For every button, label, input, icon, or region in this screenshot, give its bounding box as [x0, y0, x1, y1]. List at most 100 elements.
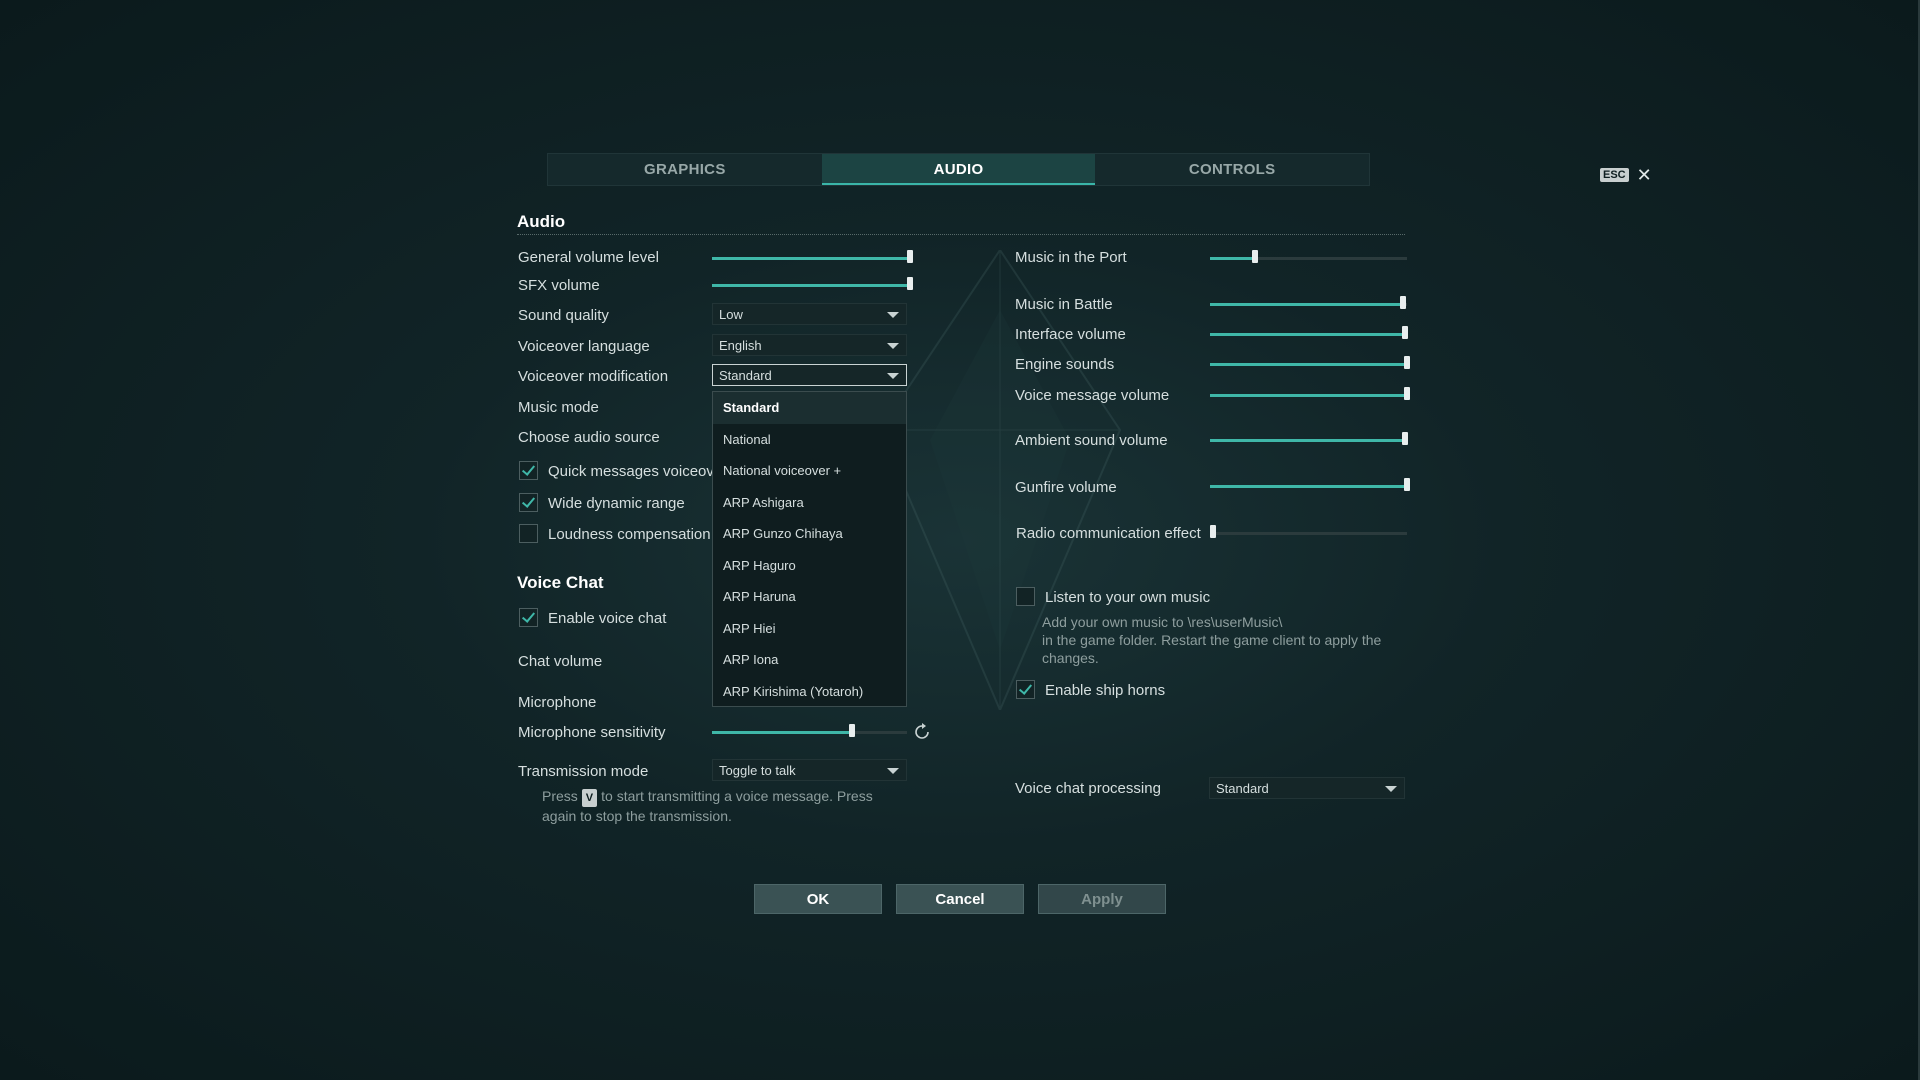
- dropdown-option[interactable]: ARP Hiei: [713, 613, 906, 645]
- hint-text: in the game folder. Restart the game cli…: [1042, 632, 1382, 648]
- ambient-volume-slider[interactable]: [1210, 432, 1409, 445]
- general-volume-slider[interactable]: [712, 250, 913, 263]
- slider-fill: [1210, 439, 1406, 442]
- hint-text: to start transmitting a voice message. P…: [601, 788, 873, 804]
- general-volume-label: General volume level: [518, 249, 659, 266]
- radio-effect-slider[interactable]: [1210, 525, 1407, 538]
- wide-dynamic-checkbox[interactable]: [519, 493, 538, 512]
- slider-fill: [712, 257, 910, 260]
- sfx-volume-label: SFX volume: [518, 277, 600, 294]
- mic-sensitivity-slider[interactable]: [712, 724, 907, 737]
- hint-text: changes.: [1042, 650, 1099, 666]
- slider-handle[interactable]: [1210, 525, 1216, 538]
- tab-controls[interactable]: CONTROLS: [1095, 154, 1369, 185]
- dropdown-option[interactable]: Standard: [713, 392, 906, 424]
- voiceover-language-label: Voiceover language: [518, 338, 650, 355]
- quick-messages-checkbox[interactable]: [519, 461, 538, 480]
- slider-fill: [1210, 257, 1256, 260]
- transmission-mode-select[interactable]: Toggle to talk: [712, 759, 907, 781]
- voice-message-label: Voice message volume: [1015, 387, 1170, 404]
- sfx-volume-slider[interactable]: [712, 277, 913, 290]
- vc-processing-select[interactable]: Standard: [1209, 777, 1405, 799]
- close-icon: ✕: [1636, 165, 1652, 185]
- hint-text: again to stop the transmission.: [542, 808, 732, 824]
- own-music-label: Listen to your own music: [1045, 589, 1211, 606]
- dropdown-option[interactable]: ARP Ashigara: [713, 487, 906, 519]
- interface-volume-slider[interactable]: [1210, 326, 1409, 339]
- sound-quality-select[interactable]: Low: [712, 303, 907, 325]
- slider-fill: [1210, 363, 1407, 366]
- gunfire-volume-slider[interactable]: [1210, 478, 1410, 491]
- voice-chat-section-title: Voice Chat: [517, 573, 604, 592]
- dropdown-option[interactable]: National voiceover +: [713, 455, 906, 487]
- hint-text: Add your own music to \res\userMusic\: [1042, 614, 1283, 630]
- quick-messages-label: Quick messages voiceover: [548, 463, 728, 480]
- music-mode-label: Music mode: [518, 399, 599, 416]
- dropdown-option[interactable]: ARP Kirishima (Yotaroh): [713, 676, 906, 708]
- hint-text: Press: [542, 788, 578, 804]
- dropdown-option[interactable]: ARP Gunzo Chihaya: [713, 518, 906, 550]
- engine-sounds-slider[interactable]: [1210, 356, 1410, 369]
- ship-horns-label: Enable ship horns: [1045, 682, 1166, 699]
- select-value: Standard: [1216, 780, 1269, 796]
- ship-horns-checkbox[interactable]: [1016, 680, 1035, 699]
- slider-handle[interactable]: [1252, 250, 1259, 263]
- select-value: English: [719, 337, 762, 353]
- settings-tabs: GRAPHICS AUDIO CONTROLS: [547, 153, 1370, 186]
- close-button[interactable]: ESC ✕: [1600, 166, 1652, 184]
- loudness-checkbox[interactable]: [519, 524, 538, 543]
- slider-handle[interactable]: [849, 724, 856, 737]
- slider-handle[interactable]: [1402, 326, 1409, 339]
- apply-button[interactable]: Apply: [1038, 884, 1166, 914]
- slider-fill: [712, 284, 910, 287]
- voiceover-language-select[interactable]: English: [712, 334, 907, 356]
- v-key-badge: V: [581, 789, 598, 807]
- music-battle-slider[interactable]: [1210, 296, 1407, 309]
- own-music-hint: Add your own music to \res\userMusic\ in…: [1042, 613, 1402, 667]
- chevron-down-icon: [887, 343, 899, 349]
- esc-key-label: ESC: [1600, 168, 1629, 182]
- slider-handle[interactable]: [907, 250, 913, 263]
- voiceover-modification-label: Voiceover modification: [518, 368, 669, 385]
- select-value: Standard: [719, 367, 772, 383]
- reset-icon[interactable]: [912, 722, 932, 742]
- transmission-mode-label: Transmission mode: [518, 763, 649, 780]
- dropdown-option[interactable]: ARP Haguro: [713, 550, 906, 582]
- slider-handle[interactable]: [907, 277, 913, 290]
- music-port-label: Music in the Port: [1015, 249, 1127, 266]
- chat-volume-label: Chat volume: [518, 653, 603, 670]
- voiceover-modification-select[interactable]: Standard: [712, 364, 907, 386]
- gunfire-volume-label: Gunfire volume: [1015, 479, 1117, 496]
- dropdown-option[interactable]: ARP Iona: [713, 644, 906, 676]
- slider-handle[interactable]: [1400, 296, 1407, 309]
- slider-fill: [1210, 303, 1404, 306]
- loudness-label: Loudness compensation: [548, 526, 711, 543]
- dropdown-option[interactable]: ARP Haruna: [713, 581, 906, 613]
- slider-fill: [1210, 485, 1407, 488]
- tab-audio[interactable]: AUDIO: [821, 154, 1096, 185]
- section-divider: [517, 234, 1405, 235]
- slider-fill: [1210, 394, 1407, 397]
- voiceover-dropdown-list: Standard National National voiceover + A…: [712, 391, 907, 707]
- audio-section-title: Audio: [517, 212, 566, 231]
- slider-handle[interactable]: [1404, 478, 1410, 491]
- ambient-volume-label: Ambient sound volume: [1015, 432, 1168, 449]
- cancel-button[interactable]: Cancel: [896, 884, 1024, 914]
- slider-fill: [1210, 333, 1406, 336]
- slider-handle[interactable]: [1404, 356, 1410, 369]
- tab-graphics[interactable]: GRAPHICS: [548, 154, 822, 185]
- transmission-hint: Press Vto start transmitting a voice mess…: [542, 787, 902, 825]
- slider-handle[interactable]: [1404, 387, 1410, 400]
- music-port-slider[interactable]: [1210, 250, 1407, 263]
- sound-quality-label: Sound quality: [518, 307, 609, 324]
- microphone-label: Microphone: [518, 694, 597, 711]
- slider-handle[interactable]: [1402, 432, 1409, 445]
- dropdown-option[interactable]: National: [713, 424, 906, 456]
- voice-message-slider[interactable]: [1210, 387, 1410, 400]
- enable-voice-chat-checkbox[interactable]: [519, 608, 538, 627]
- own-music-checkbox[interactable]: [1016, 587, 1035, 606]
- radio-effect-label: Radio communication effect: [1016, 525, 1201, 542]
- mic-sensitivity-label: Microphone sensitivity: [518, 724, 666, 741]
- slider-fill: [712, 731, 853, 734]
- ok-button[interactable]: OK: [754, 884, 882, 914]
